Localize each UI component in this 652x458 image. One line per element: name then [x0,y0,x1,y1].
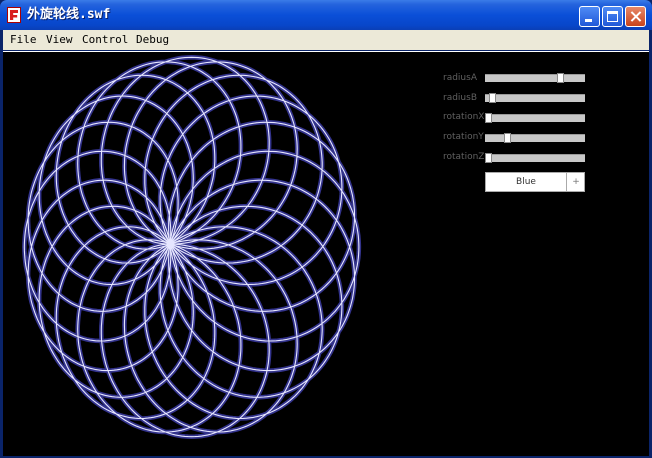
rotation-x-label: rotationX [443,112,485,122]
radius-b-slider[interactable] [485,93,585,103]
rotation-x-slider[interactable] [485,113,585,123]
menu-view[interactable]: View [46,33,73,46]
radius-a-label: radiusA [443,73,477,83]
slider-thumb[interactable] [489,93,496,103]
rotation-z-label: rotationZ [443,152,485,162]
maximize-button[interactable] [602,6,623,27]
slider-thumb[interactable] [557,73,564,83]
slider-thumb[interactable] [485,113,492,123]
rotation-y-label: rotationY [443,132,484,142]
title-bar[interactable]: 外旋轮线.swf [0,0,652,30]
epicycloid-drawing [22,55,362,439]
flash-stage[interactable]: radiusA radiusB rotationX rotationY rota… [3,51,649,456]
slider-thumb[interactable] [504,133,511,143]
rotation-z-slider[interactable] [485,153,585,163]
color-select-value: Blue [516,177,536,187]
menu-control[interactable]: Control [82,33,128,46]
rotation-y-slider[interactable] [485,133,585,143]
radius-a-slider[interactable] [485,73,585,83]
color-select-arrow[interactable]: + [566,173,585,191]
flash-player-icon [7,7,21,23]
close-button[interactable] [625,6,646,27]
window-title: 外旋轮线.swf [27,7,111,22]
color-select[interactable]: Blue + [485,172,585,192]
menu-bar: File View Control Debug [3,30,649,50]
minimize-button[interactable] [579,6,600,27]
slider-thumb[interactable] [485,153,492,163]
menu-file[interactable]: File [10,33,37,46]
radius-b-label: radiusB [443,93,477,103]
app-window: 外旋轮线.swf File View Control Debug radiusA… [0,0,652,458]
menu-debug[interactable]: Debug [136,33,169,46]
